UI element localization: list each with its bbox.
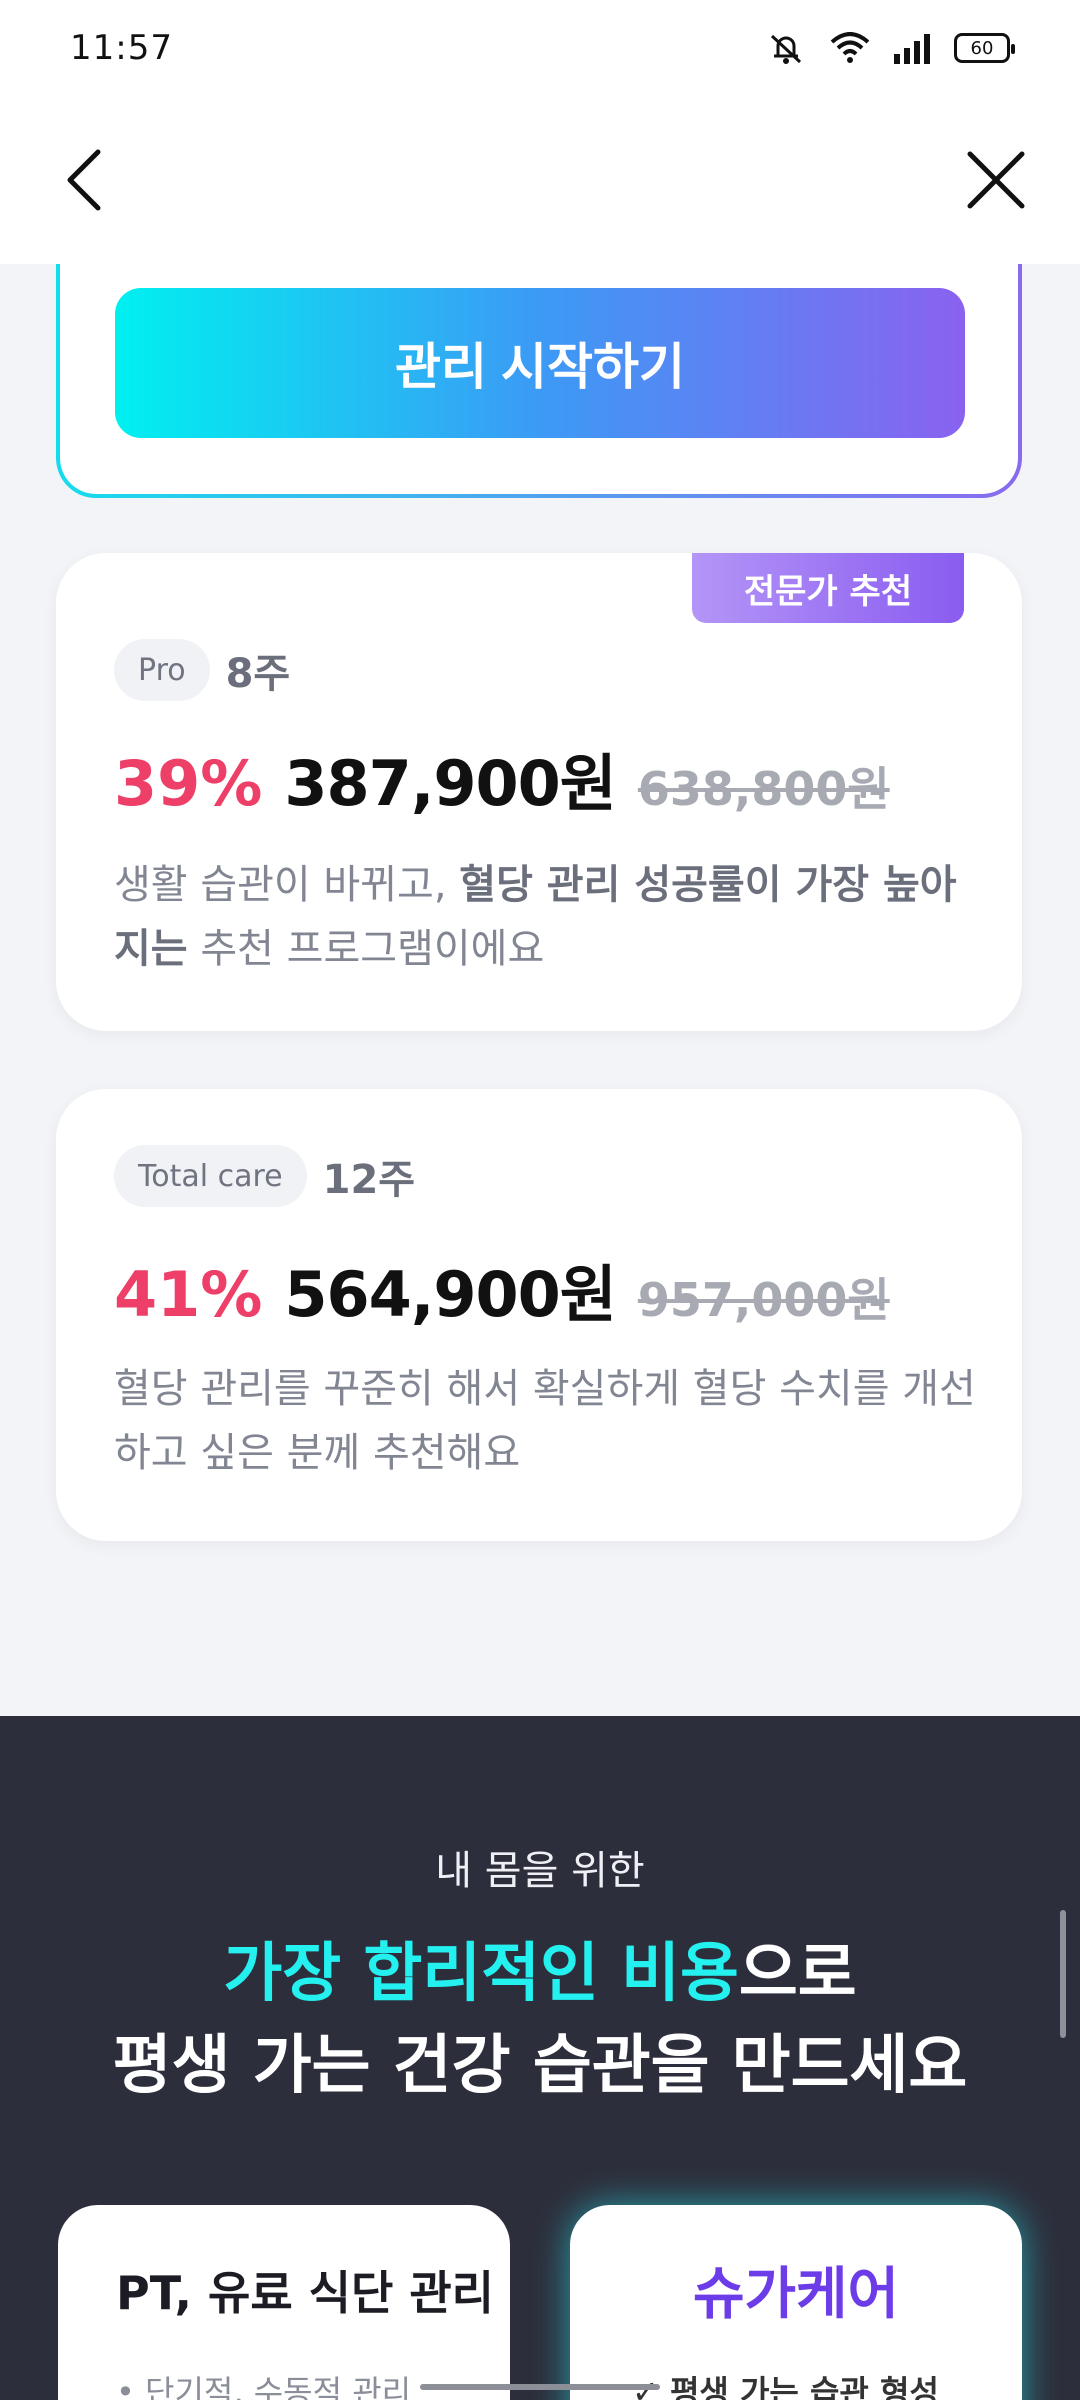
desc-suffix: 추천 프로그램이에요 <box>187 926 545 972</box>
signal-icon <box>894 34 930 64</box>
expert-recommend-badge: 전문가 추천 <box>692 553 964 623</box>
compare-card-sugarcare: 슈가케어 ✓ 평생 가는 습관 형성 <box>570 2205 1022 2400</box>
mute-icon <box>770 34 802 64</box>
plan-header: Pro 8주 <box>114 639 290 701</box>
sale-price: 564,900원 <box>284 1258 616 1331</box>
price-row: 41% 564,900원 957,000원 <box>114 1244 890 1334</box>
plan-card-total-care[interactable]: Total care 12주 41% 564,900원 957,000원 혈당 … <box>56 1089 1022 1541</box>
plan-description: 혈당 관리를 꾸준히 해서 확실하게 혈당 수치를 개선하고 싶은 분께 추천해… <box>114 1366 976 1476</box>
plan-tag: Pro <box>114 639 210 701</box>
status-time: 11:57 <box>70 28 173 68</box>
promo-title: 가장 합리적인 비용으로 평생 가는 건강 습관을 만드세요 <box>0 1928 1080 2112</box>
status-icons: 60 <box>764 30 1015 66</box>
close-button[interactable] <box>956 140 1036 220</box>
top-nav <box>0 96 1080 264</box>
chevron-left-icon <box>67 149 101 211</box>
plan-tag: Total care <box>114 1145 307 1207</box>
plan-card-pro[interactable]: 전문가 추천 Pro 8주 39% 387,900원 638,800원 생활 습… <box>56 553 1022 1031</box>
discount-rate: 41% <box>114 1258 263 1331</box>
compare-title: 슈가케어 <box>692 2262 900 2327</box>
compare-card-pt: PT, 유료 식단 관리 • 단기적, 수동적 관리 <box>58 2205 510 2400</box>
wifi-icon <box>830 32 870 63</box>
original-price: 638,800원 <box>637 762 890 816</box>
plan-weeks: 12주 <box>322 1157 416 1203</box>
plan-description: 생활 습관이 바뀌고, 혈당 관리 성공률이 가장 높아지는 추천 프로그램이에… <box>114 853 984 981</box>
battery-icon: 60 <box>954 33 1015 63</box>
price-row: 39% 387,900원 638,800원 <box>114 733 890 823</box>
status-bar: 11:57 60 <box>0 0 1080 96</box>
plan-header: Total care 12주 <box>114 1145 415 1207</box>
promo-title-highlight: 가장 합리적인 비용 <box>223 1937 739 2011</box>
close-icon <box>967 151 1025 209</box>
start-management-button[interactable]: 관리 시작하기 <box>115 288 965 438</box>
desc-prefix: 생활 습관이 바뀌고, <box>114 862 460 908</box>
compare-item: ✓ 평생 가는 습관 형성 <box>632 2373 939 2400</box>
back-button[interactable] <box>44 140 124 220</box>
compare-item: • 단기적, 수동적 관리 <box>116 2373 412 2400</box>
promo-title-line2: 평생 가는 건강 습관을 만드세요 <box>112 2029 968 2103</box>
sale-price: 387,900원 <box>284 747 616 820</box>
original-price: 957,000원 <box>637 1273 890 1327</box>
home-indicator[interactable] <box>420 2384 660 2390</box>
scrollbar-thumb[interactable] <box>1060 1910 1066 2038</box>
promo-subtitle: 내 몸을 위한 <box>435 1848 645 1894</box>
discount-rate: 39% <box>114 747 263 820</box>
promo-title-rest: 으로 <box>738 1937 857 2011</box>
plan-weeks: 8주 <box>225 651 291 697</box>
compare-title: PT, 유료 식단 관리 <box>116 2266 494 2320</box>
